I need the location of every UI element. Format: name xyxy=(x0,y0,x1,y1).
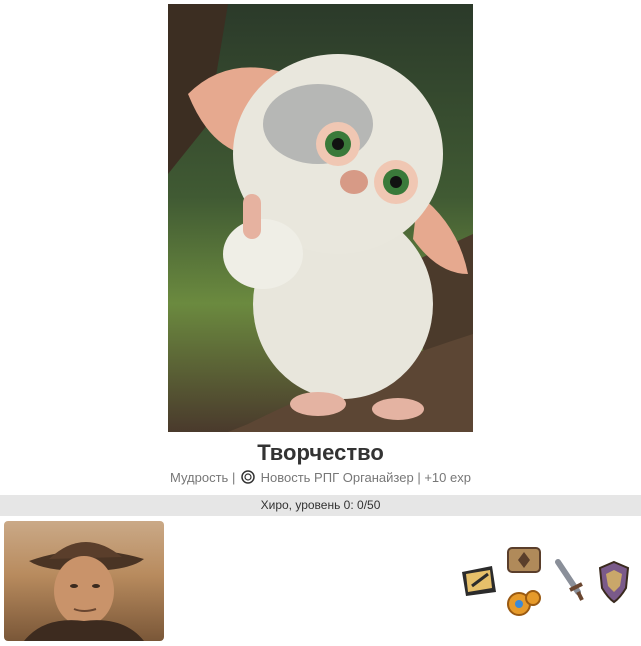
avatar[interactable] xyxy=(4,521,164,641)
hero-progress-bar: Хиро, уровень 0: 0/50 xyxy=(0,495,641,516)
quill-badge-icon[interactable] xyxy=(458,562,500,598)
shield-badge-icon[interactable] xyxy=(596,558,632,604)
separator: | xyxy=(417,470,421,485)
post-title: Творчество xyxy=(257,440,384,465)
separator: | xyxy=(231,470,236,485)
coin-icon xyxy=(241,470,255,484)
sword-badge-icon[interactable] xyxy=(550,558,586,604)
achievement-badges xyxy=(458,540,638,625)
gears-badge-icon[interactable] xyxy=(504,586,544,622)
source-link[interactable]: Новость РПГ Органайзер xyxy=(261,470,414,485)
progress-text: Хиро, уровень 0: 0/50 xyxy=(260,498,381,512)
reward-text: +10 exp xyxy=(424,470,471,485)
scroll-badge-icon[interactable] xyxy=(504,542,544,578)
category-link[interactable]: Мудрость xyxy=(170,470,228,485)
hero-image xyxy=(168,4,473,432)
post-meta: Мудрость | Новость РПГ Органайзер | +10 … xyxy=(0,470,641,485)
